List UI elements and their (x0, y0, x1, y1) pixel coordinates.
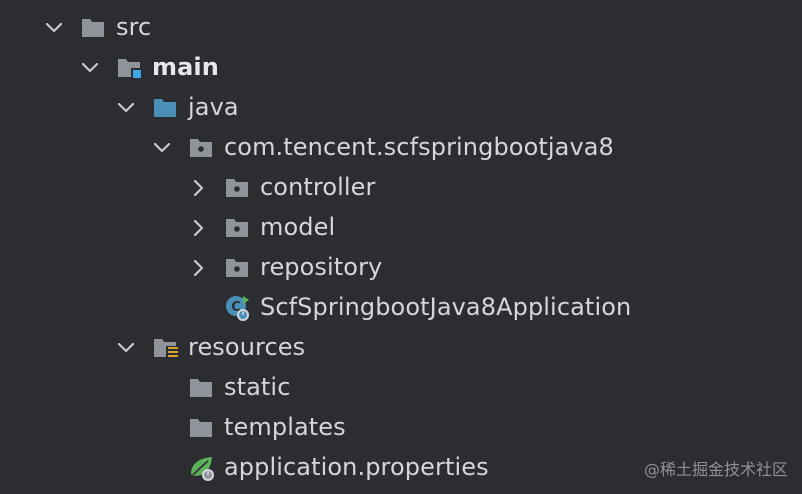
package-icon (188, 134, 214, 160)
chevron-down-icon[interactable] (42, 16, 66, 40)
chevron-down-icon[interactable] (114, 336, 138, 360)
tree-row-app-class[interactable]: C ScfSpringbootJava8Application (0, 288, 802, 328)
chevron-right-icon[interactable] (186, 216, 210, 240)
tree-label-controller: controller (260, 173, 376, 201)
tree-row-package[interactable]: com.tencent.scfspringbootjava8 (0, 128, 802, 168)
tree-label-src: src (116, 13, 152, 41)
chevron-right-icon[interactable] (186, 176, 210, 200)
tree-label-java: java (188, 93, 239, 121)
project-tree: src main java com.tencent.scfspringbootj… (0, 0, 802, 494)
tree-row-repository[interactable]: repository (0, 248, 802, 288)
tree-label-repository: repository (260, 253, 383, 281)
tree-label-app-class: ScfSpringbootJava8Application (260, 293, 632, 321)
chevron-down-icon[interactable] (114, 96, 138, 120)
tree-row-main[interactable]: main (0, 48, 802, 88)
tree-label-resources: resources (188, 333, 306, 361)
package-icon (224, 214, 250, 240)
folder-icon (188, 374, 214, 400)
tree-row-static[interactable]: static (0, 368, 802, 408)
folder-icon (188, 414, 214, 440)
tree-label-model: model (260, 213, 336, 241)
resources-folder-icon (152, 334, 178, 360)
tree-row-resources[interactable]: resources (0, 328, 802, 368)
chevron-down-icon[interactable] (150, 136, 174, 160)
tree-label-main: main (152, 53, 219, 81)
chevron-down-icon[interactable] (78, 56, 102, 80)
tree-label-package: com.tencent.scfspringbootjava8 (224, 133, 614, 161)
spring-properties-icon (188, 454, 214, 481)
tree-row-templates[interactable]: templates (0, 408, 802, 448)
tree-row-src[interactable]: src (0, 8, 802, 48)
tree-row-controller[interactable]: controller (0, 168, 802, 208)
tree-row-model[interactable]: model (0, 208, 802, 248)
tree-row-java[interactable]: java (0, 88, 802, 128)
folder-icon (80, 14, 106, 40)
spring-boot-class-icon: C (224, 294, 250, 321)
package-icon (224, 174, 250, 200)
source-folder-icon (152, 94, 178, 120)
tree-label-templates: templates (224, 413, 346, 441)
module-folder-icon (116, 54, 142, 80)
package-icon (224, 254, 250, 280)
chevron-right-icon[interactable] (186, 256, 210, 280)
tree-label-app-properties: application.properties (224, 453, 489, 481)
tree-label-static: static (224, 373, 291, 401)
watermark: @稀土掘金技术社区 (643, 460, 788, 479)
